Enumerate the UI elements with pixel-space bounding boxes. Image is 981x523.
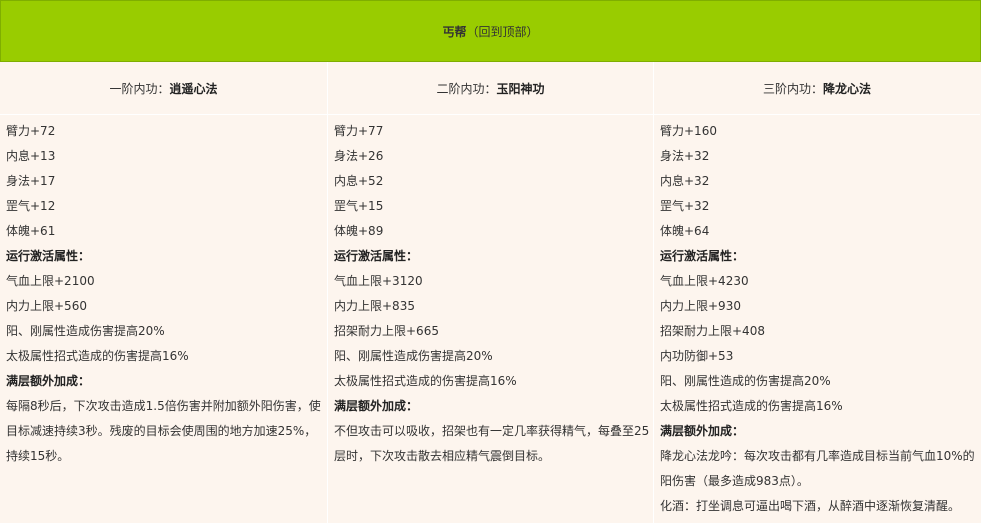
skill-name: 玉阳神功 — [496, 81, 545, 96]
bonus-description: 降龙心法龙吟：每次攻击都有几率造成目标当前气血10%的阳伤害（最多造成983点）… — [660, 449, 975, 488]
stat-line: 身法+26 — [334, 149, 384, 163]
tier-label: 三阶内功： — [762, 81, 823, 96]
run-attribute-line: 太极属性招式造成的伤害提高16% — [6, 349, 189, 363]
run-attribute-line: 太极属性招式造成的伤害提高16% — [660, 399, 843, 413]
run-attribute-line: 气血上限+3120 — [334, 274, 423, 288]
stat-line: 内息+32 — [660, 174, 710, 188]
bonus-title: 满层额外加成： — [334, 399, 419, 413]
column-header: 三阶内功： 降龙心法 — [654, 62, 980, 115]
stat-line: 臂力+77 — [334, 124, 384, 138]
stat-line: 体魄+64 — [660, 224, 710, 238]
run-attribute-line: 内功防御+53 — [660, 349, 734, 363]
column-header: 二阶内功： 玉阳神功 — [328, 62, 653, 115]
stat-line: 内息+13 — [6, 149, 56, 163]
run-attribute-line: 阳、刚属性造成伤害提高20% — [334, 349, 493, 363]
run-attribute-line: 太极属性招式造成的伤害提高16% — [334, 374, 517, 388]
bonus-description: 不但攻击可以吸收，招架也有一定几率获得精气，每叠至25层时，下次攻击散去相应精气… — [334, 424, 650, 463]
skill-name: 降龙心法 — [823, 81, 872, 96]
tier-label: 一阶内功： — [109, 81, 170, 96]
run-attribute-line: 招架耐力上限+408 — [660, 324, 765, 338]
stat-line: 身法+17 — [6, 174, 56, 188]
section-header: 丐帮 （回到顶部） — [0, 0, 981, 62]
skill-name: 逍遥心法 — [169, 81, 218, 96]
skill-details: 臂力+72 内息+13 身法+17 罡气+12 体魄+61 运行激活属性： 气血… — [0, 115, 327, 469]
stat-line: 身法+32 — [660, 149, 710, 163]
skill-details: 臂力+77 身法+26 内息+52 罡气+15 体魄+89 运行激活属性： 气血… — [328, 115, 653, 469]
bonus-description: 每隔8秒后，下次攻击造成1.5倍伤害并附加额外阳伤害，使目标减速持续3秒。残废的… — [6, 399, 321, 463]
run-attributes-title: 运行激活属性： — [334, 249, 419, 263]
bonus-description: 化酒：打坐调息可逼出喝下酒，从醉酒中逐渐恢复清醒。 — [660, 499, 961, 513]
stat-line: 臂力+72 — [6, 124, 56, 138]
run-attribute-line: 内力上限+930 — [660, 299, 741, 313]
stat-line: 罡气+12 — [6, 199, 56, 213]
run-attribute-line: 阳、刚属性造成伤害提高20% — [6, 324, 165, 338]
page: 丐帮 （回到顶部） 一阶内功： 逍遥心法 臂力+72 内息+13 身法+17 罡… — [0, 0, 981, 523]
skill-column-2: 二阶内功： 玉阳神功 臂力+77 身法+26 内息+52 罡气+15 体魄+89… — [328, 62, 654, 523]
run-attribute-line: 阳、刚属性造成的伤害提高20% — [660, 374, 831, 388]
column-header: 一阶内功： 逍遥心法 — [0, 62, 327, 115]
bonus-title: 满层额外加成： — [6, 374, 91, 388]
stat-line: 体魄+89 — [334, 224, 384, 238]
skill-column-3: 三阶内功： 降龙心法 臂力+160 身法+32 内息+32 罡气+32 体魄+6… — [654, 62, 980, 523]
bonus-title: 满层额外加成： — [660, 424, 745, 438]
skill-column-1: 一阶内功： 逍遥心法 臂力+72 内息+13 身法+17 罡气+12 体魄+61… — [0, 62, 328, 523]
stat-line: 体魄+61 — [6, 224, 56, 238]
tier-label: 二阶内功： — [436, 81, 497, 96]
run-attributes-title: 运行激活属性： — [660, 249, 745, 263]
section-title: 丐帮 — [442, 24, 467, 39]
stat-line: 罡气+32 — [660, 199, 710, 213]
run-attribute-line: 内力上限+835 — [334, 299, 415, 313]
run-attribute-line: 内力上限+560 — [6, 299, 87, 313]
run-attribute-line: 气血上限+4230 — [660, 274, 749, 288]
stat-line: 内息+52 — [334, 174, 384, 188]
skill-table: 一阶内功： 逍遥心法 臂力+72 内息+13 身法+17 罡气+12 体魄+61… — [0, 62, 981, 523]
run-attribute-line: 招架耐力上限+665 — [334, 324, 439, 338]
run-attributes-title: 运行激活属性： — [6, 249, 91, 263]
skill-details: 臂力+160 身法+32 内息+32 罡气+32 体魄+64 运行激活属性： 气… — [654, 115, 980, 519]
stat-line: 臂力+160 — [660, 124, 717, 138]
stat-line: 罡气+15 — [334, 199, 384, 213]
back-to-top-link[interactable]: （回到顶部） — [467, 23, 539, 40]
run-attribute-line: 气血上限+2100 — [6, 274, 95, 288]
